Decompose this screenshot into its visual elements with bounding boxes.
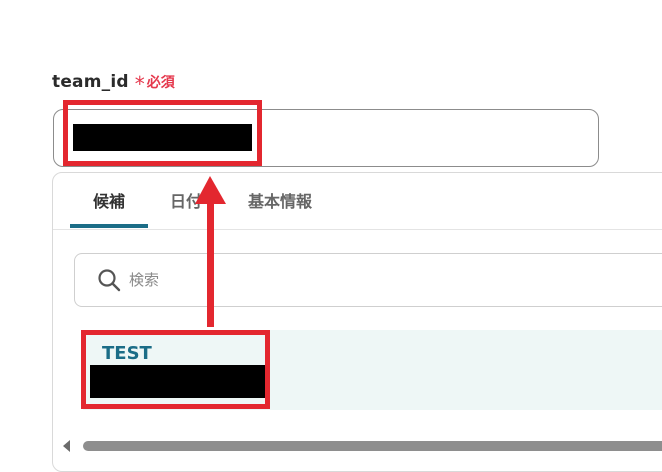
search-icon	[98, 269, 121, 292]
horizontal-scrollbar[interactable]	[83, 441, 662, 451]
search-box[interactable]	[74, 253, 662, 307]
required-mark: *	[134, 72, 145, 96]
highlight-box-result	[81, 330, 270, 409]
required-label: 必須	[146, 75, 175, 91]
highlight-box-input	[63, 100, 262, 166]
tab-date[interactable]: 日付	[170, 186, 228, 228]
tab-basic-info[interactable]: 基本情報	[248, 186, 312, 228]
dropdown-tabs: 候補 日付 基本情報	[70, 186, 312, 228]
scroll-left-arrow[interactable]	[63, 440, 70, 452]
field-name: team_id	[52, 72, 129, 92]
search-input[interactable]	[127, 270, 431, 290]
tabs-divider	[53, 229, 662, 230]
tab-candidates[interactable]: 候補	[70, 186, 148, 228]
field-label: team_id * 必須	[52, 72, 175, 96]
